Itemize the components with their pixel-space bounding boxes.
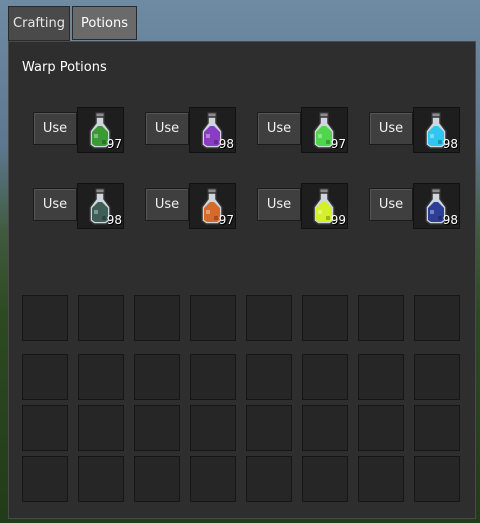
inventory-slot[interactable] bbox=[358, 456, 404, 502]
item-count: 99 bbox=[330, 213, 346, 227]
use-button[interactable]: Use bbox=[33, 112, 77, 145]
item-count: 98 bbox=[442, 137, 458, 151]
potion-slot[interactable]: 97 bbox=[77, 107, 124, 153]
potions-panel: Warp Potions Use 97 Use 98 Use 97 Use 98 Use 98 Us… bbox=[8, 41, 476, 519]
inventory-slot[interactable] bbox=[22, 354, 68, 400]
potion-entry: Use 98 bbox=[33, 183, 125, 229]
inventory-slot[interactable] bbox=[134, 456, 180, 502]
potion-entry: Use 98 bbox=[369, 107, 461, 153]
item-count: 98 bbox=[218, 137, 234, 151]
inventory-slot[interactable] bbox=[78, 354, 124, 400]
potion-slot[interactable]: 98 bbox=[413, 107, 460, 153]
potion-entry: Use 98 bbox=[145, 107, 237, 153]
inventory-slot[interactable] bbox=[246, 456, 292, 502]
potion-slot[interactable]: 98 bbox=[77, 183, 124, 229]
inventory-slot[interactable] bbox=[22, 456, 68, 502]
item-count: 97 bbox=[218, 213, 234, 227]
inventory-slot[interactable] bbox=[246, 405, 292, 451]
potion-entry: Use 97 bbox=[145, 183, 237, 229]
potion-slot[interactable]: 99 bbox=[301, 183, 348, 229]
use-button[interactable]: Use bbox=[257, 188, 301, 221]
panel-title: Warp Potions bbox=[22, 60, 107, 75]
inventory-slot[interactable] bbox=[22, 405, 68, 451]
inventory-slot[interactable] bbox=[190, 405, 236, 451]
use-button[interactable]: Use bbox=[257, 112, 301, 145]
inventory-slot[interactable] bbox=[190, 354, 236, 400]
use-button[interactable]: Use bbox=[33, 188, 77, 221]
inventory-slot[interactable] bbox=[134, 354, 180, 400]
item-count: 98 bbox=[106, 213, 122, 227]
use-button[interactable]: Use bbox=[369, 112, 413, 145]
inventory-slot[interactable] bbox=[78, 456, 124, 502]
potion-entry: Use 98 bbox=[369, 183, 461, 229]
potion-slot[interactable]: 98 bbox=[413, 183, 460, 229]
hotbar-slot[interactable] bbox=[358, 295, 404, 341]
hotbar-slot[interactable] bbox=[302, 295, 348, 341]
hotbar-slot[interactable] bbox=[78, 295, 124, 341]
item-count: 97 bbox=[330, 137, 346, 151]
hotbar-slot[interactable] bbox=[246, 295, 292, 341]
inventory-slot[interactable] bbox=[358, 354, 404, 400]
potion-slot[interactable]: 97 bbox=[189, 183, 236, 229]
inventory-slot[interactable] bbox=[414, 354, 460, 400]
hotbar-slot[interactable] bbox=[22, 295, 68, 341]
inventory-slot[interactable] bbox=[302, 354, 348, 400]
item-count: 98 bbox=[442, 213, 458, 227]
inventory-slot[interactable] bbox=[358, 405, 404, 451]
hotbar-slot[interactable] bbox=[414, 295, 460, 341]
inventory-slot[interactable] bbox=[190, 456, 236, 502]
inventory-slot[interactable] bbox=[414, 405, 460, 451]
potion-entry: Use 99 bbox=[257, 183, 349, 229]
tab-potions[interactable]: Potions bbox=[72, 6, 137, 40]
tab-crafting[interactable]: Crafting bbox=[8, 6, 70, 41]
inventory-slot[interactable] bbox=[302, 456, 348, 502]
use-button[interactable]: Use bbox=[145, 188, 189, 221]
inventory-slot[interactable] bbox=[414, 456, 460, 502]
hotbar-slot[interactable] bbox=[190, 295, 236, 341]
item-count: 97 bbox=[106, 137, 122, 151]
inventory-slot[interactable] bbox=[78, 405, 124, 451]
potion-slot[interactable]: 98 bbox=[189, 107, 236, 153]
use-button[interactable]: Use bbox=[145, 112, 189, 145]
potion-entry: Use 97 bbox=[257, 107, 349, 153]
hotbar-slot[interactable] bbox=[134, 295, 180, 341]
potion-slot[interactable]: 97 bbox=[301, 107, 348, 153]
inventory-slot[interactable] bbox=[246, 354, 292, 400]
use-button[interactable]: Use bbox=[369, 188, 413, 221]
potion-entry: Use 97 bbox=[33, 107, 125, 153]
inventory-slot[interactable] bbox=[134, 405, 180, 451]
inventory-slot[interactable] bbox=[302, 405, 348, 451]
